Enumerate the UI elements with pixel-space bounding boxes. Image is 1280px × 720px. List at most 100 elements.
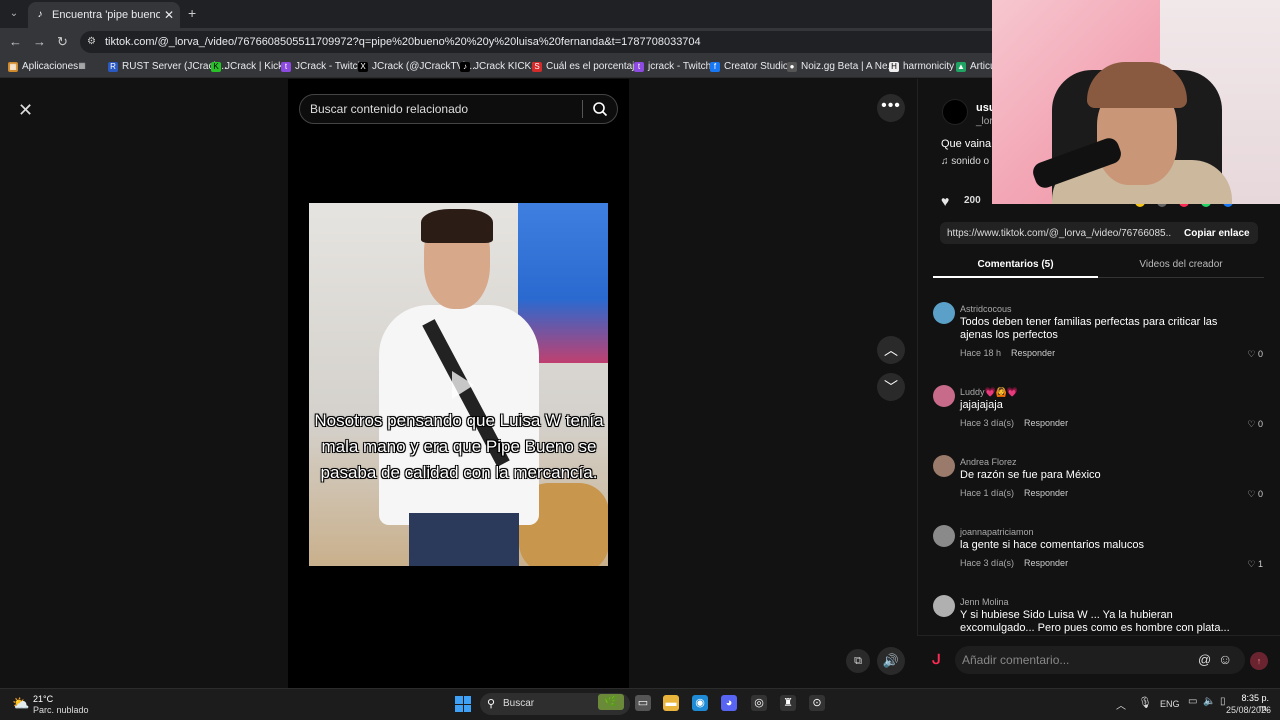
grid-icon: ▦	[78, 61, 86, 70]
comment-user[interactable]: Luddy💗🙆💗	[960, 387, 1018, 398]
tiktok-icon: ♪	[37, 9, 43, 20]
bookmark-item[interactable]: S Cuál es el porcentaj...	[532, 61, 643, 72]
comment-text: De razón se fue para México	[960, 469, 1101, 481]
comment-like[interactable]: ♡ 0	[1247, 349, 1263, 360]
twitch-icon: t	[281, 61, 291, 72]
battery-icon[interactable]: ▯	[1220, 696, 1226, 707]
weather-desc[interactable]: Parc. nublado	[33, 705, 89, 715]
discord-icon[interactable]: ◕	[721, 695, 737, 711]
comment-user[interactable]: Jenn Molina	[960, 597, 1009, 607]
task-view-icon[interactable]: ▭	[635, 695, 651, 711]
bookmark-item[interactable]: ▦ Aplicaciones	[8, 61, 78, 72]
bookmark-item[interactable]: ● Noiz.gg Beta | A Ne...	[787, 61, 896, 72]
send-button[interactable]: ↑	[1250, 652, 1268, 670]
reply-button[interactable]: Responder	[1024, 488, 1068, 498]
avatar[interactable]	[933, 302, 955, 324]
h-icon: H	[889, 61, 899, 72]
microphone-icon[interactable]: 🎙	[1138, 696, 1152, 709]
bookmark-item[interactable]: ♪ JCrack KICKS	[460, 61, 538, 72]
bookmark-item[interactable]: t JCrack - Twitch	[281, 61, 363, 72]
browser-tab[interactable]: ♪ Encuentra 'pipe bueno y luisa fe ✕	[28, 2, 180, 28]
search-placeholder: Buscar contenido relacionado	[310, 102, 469, 116]
tab-search-dropdown-icon[interactable]: ⌄	[6, 6, 22, 22]
volume-button[interactable]: 🔊	[877, 647, 905, 675]
avatar[interactable]	[933, 525, 955, 547]
mention-icon[interactable]: @	[1198, 652, 1211, 667]
facebook-icon: f	[710, 61, 720, 72]
kick-icon: K	[211, 61, 221, 72]
bookmark-item[interactable]: t jcrack - Twitch	[634, 61, 711, 72]
author-handle[interactable]: _lor	[976, 116, 993, 127]
forward-button[interactable]: →	[33, 34, 46, 49]
next-video-button[interactable]: ﹀	[877, 373, 905, 401]
comment-user[interactable]: joannapatriciamon	[960, 527, 1034, 537]
comment-item: Jenn Molina Y si hubiese Sido Luisa W ..…	[933, 595, 1263, 635]
comment-user[interactable]: Andrea Florez	[960, 457, 1017, 467]
tab-comments[interactable]: Comentarios (5)	[933, 253, 1098, 278]
tray-chevron-icon[interactable]: ︿	[1116, 697, 1126, 712]
reply-button[interactable]: Responder	[1024, 558, 1068, 568]
site-info-icon[interactable]: ⚙	[87, 36, 96, 47]
new-tab-button[interactable]: +	[188, 5, 196, 21]
app-icon[interactable]: ♜	[780, 695, 796, 711]
reply-button[interactable]: Responder	[1024, 418, 1068, 428]
weather-temp[interactable]: 21°C	[33, 694, 53, 704]
comment-user[interactable]: Astridcocous	[960, 304, 1012, 314]
volume-icon[interactable]: 🔈	[1203, 696, 1215, 707]
comment-text: Todos deben tener familias perfectas par…	[960, 316, 1218, 341]
bookmark-item[interactable]: Hharmonicity	[889, 61, 954, 72]
tab-title: Encuentra 'pipe bueno y luisa fe	[52, 9, 160, 21]
comment-item: joannapatriciamon la gente si hace comen…	[933, 525, 1263, 570]
drive-icon: ▲	[956, 61, 966, 72]
bookmark-item[interactable]: R RUST Server (JCrack...	[108, 61, 227, 72]
bookmark-item[interactable]: f Creator Studio	[710, 61, 788, 72]
emoji-icon[interactable]: ☺	[1218, 651, 1232, 667]
network-icon[interactable]: ▭	[1188, 696, 1197, 707]
author-avatar[interactable]	[942, 99, 968, 125]
more-options-button[interactable]: •••	[877, 94, 905, 122]
chrome-icon[interactable]: ◉	[692, 695, 708, 711]
comment-meta: Hace 3 día(s) Responder	[960, 418, 1069, 428]
play-icon[interactable]	[440, 365, 480, 405]
close-tab-icon[interactable]: ✕	[164, 8, 174, 22]
file-explorer-icon[interactable]: ▬	[663, 695, 679, 711]
back-button[interactable]: ←	[9, 34, 22, 49]
tiktok-icon: ♪	[460, 61, 470, 72]
avatar[interactable]	[933, 595, 955, 617]
avatar[interactable]	[933, 455, 955, 477]
tab-creator-videos[interactable]: Videos del creador	[1098, 253, 1264, 278]
search-highlight-icon: 🌿	[598, 694, 624, 710]
weather-icon[interactable]: ⛅	[12, 695, 29, 712]
bookmark-item[interactable]: K JCrack | Kick	[211, 61, 283, 72]
clock-date[interactable]: 25/08/2026	[1226, 705, 1271, 715]
picture-in-picture-button[interactable]: ⧉	[846, 649, 870, 673]
copy-link-button[interactable]: Copiar enlace	[1184, 228, 1250, 239]
url-text[interactable]: tiktok.com/@_lorva_/video/76766085055117…	[105, 36, 701, 48]
app-icon[interactable]: ◎	[751, 695, 767, 711]
previous-video-button[interactable]: ︿	[877, 336, 905, 364]
language-indicator[interactable]: ENG	[1160, 699, 1180, 709]
search-icon[interactable]	[592, 101, 608, 117]
bookmark-item[interactable]: ▦	[77, 61, 91, 71]
taskbar-search-label: Buscar	[503, 698, 535, 709]
reply-button[interactable]: Responder	[1011, 348, 1055, 358]
reload-button[interactable]: ↻	[57, 34, 68, 50]
s-icon: S	[532, 61, 542, 72]
close-icon[interactable]: ✕	[18, 100, 33, 121]
comment-like[interactable]: ♡ 1	[1247, 559, 1263, 570]
comment-like[interactable]: ♡ 0	[1247, 489, 1263, 500]
sound-link[interactable]: ♫ sonido o	[941, 156, 989, 167]
music-note-icon: ♫	[941, 156, 949, 167]
webcam-overlay	[992, 0, 1280, 204]
user-avatar-icon: ᒍ	[932, 651, 941, 667]
twitch-icon: t	[634, 61, 644, 72]
noiz-icon: ●	[787, 61, 797, 72]
comment-like[interactable]: ♡ 0	[1247, 419, 1263, 430]
heart-icon[interactable]: ♥	[941, 193, 949, 209]
avatar[interactable]	[933, 385, 955, 407]
video-caption: Nosotros pensando que Luisa W tenía mala…	[314, 411, 604, 482]
bookmark-item[interactable]: X JCrack (@JCrackTV)...	[358, 61, 475, 72]
windows-start-icon[interactable]	[455, 696, 471, 712]
obs-icon[interactable]: ⊙	[809, 695, 825, 711]
share-link[interactable]: https://www.tiktok.com/@_lorva_/video/76…	[947, 228, 1171, 239]
